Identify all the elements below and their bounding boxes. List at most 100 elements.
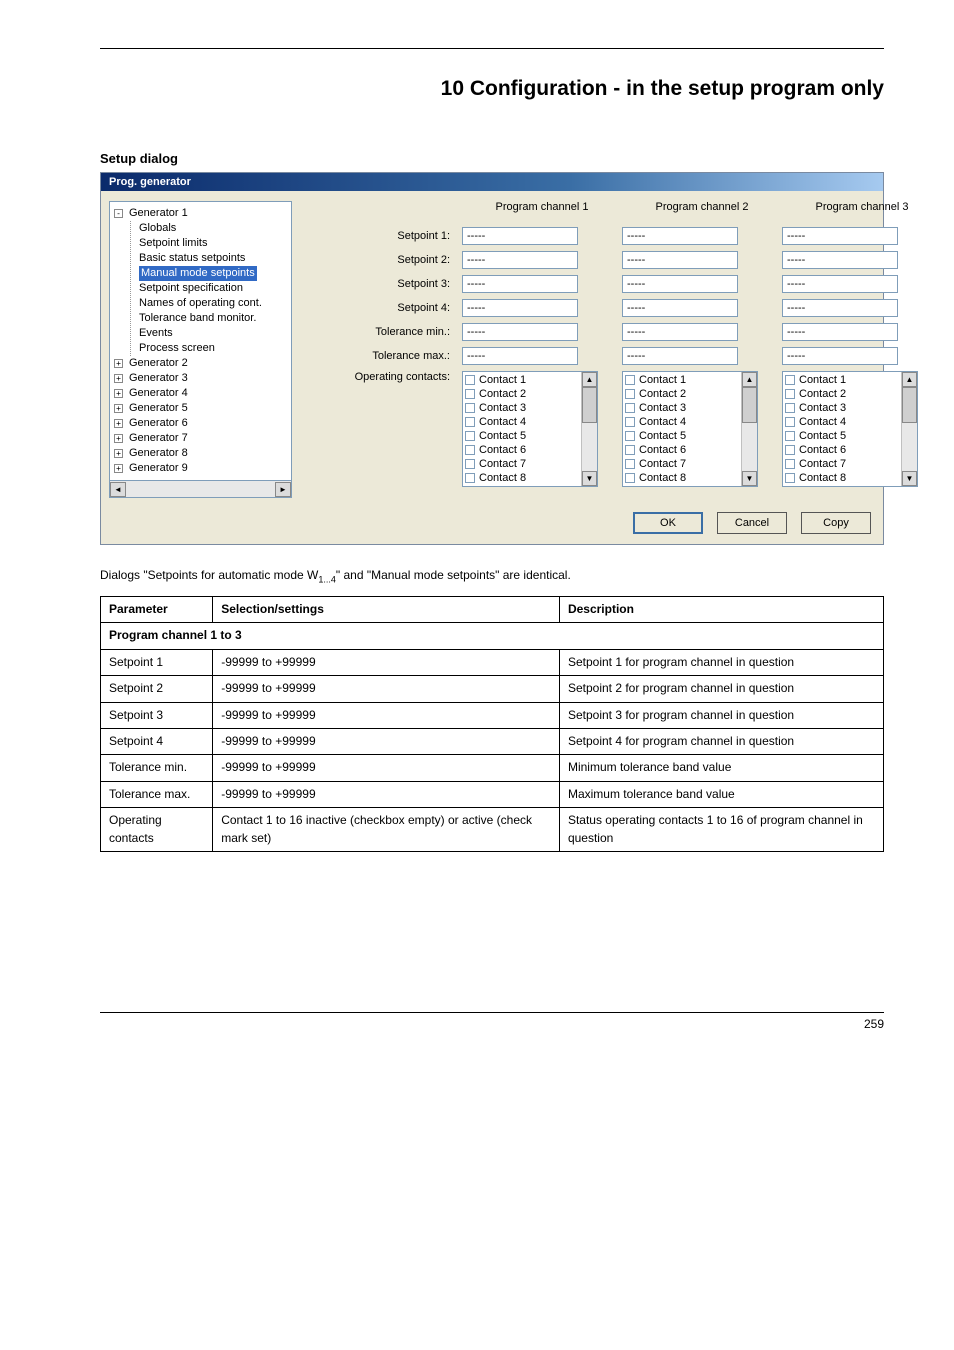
vertical-scrollbar[interactable]: ▲▼ xyxy=(901,372,917,486)
collapse-icon[interactable]: - xyxy=(114,209,123,218)
checkbox-icon[interactable] xyxy=(625,459,635,469)
scroll-left-icon[interactable]: ◄ xyxy=(110,482,126,497)
setpoint4-ch1-input[interactable] xyxy=(462,299,578,317)
parameter-table: Parameter Selection/settings Description… xyxy=(100,596,884,852)
checkbox-icon[interactable] xyxy=(785,459,795,469)
row-label: Setpoint 2: xyxy=(302,254,462,266)
checkbox-icon[interactable] xyxy=(625,389,635,399)
setpoint4-ch2-input[interactable] xyxy=(622,299,738,317)
table-row: Operating contactsContact 1 to 16 inacti… xyxy=(101,808,884,852)
setup-dialog-label: Setup dialog xyxy=(100,151,884,166)
contacts-list-ch2[interactable]: Contact 1 Contact 2 Contact 3 Contact 4 … xyxy=(622,371,758,487)
expand-icon[interactable]: + xyxy=(114,449,123,458)
checkbox-icon[interactable] xyxy=(785,445,795,455)
checkbox-icon[interactable] xyxy=(625,417,635,427)
vertical-scrollbar[interactable]: ▲▼ xyxy=(741,372,757,486)
chapter-heading: 10 Configuration - in the setup program … xyxy=(100,77,884,101)
scroll-down-icon[interactable]: ▼ xyxy=(582,471,597,486)
setpoint1-ch3-input[interactable] xyxy=(782,227,898,245)
checkbox-icon[interactable] xyxy=(465,403,475,413)
scroll-down-icon[interactable]: ▼ xyxy=(742,471,757,486)
tree-node[interactable]: Generator 6 xyxy=(129,416,188,431)
setpoint2-ch3-input[interactable] xyxy=(782,251,898,269)
note-text: Dialogs "Setpoints for automatic mode W1… xyxy=(100,567,884,586)
contacts-list-ch3[interactable]: Contact 1 Contact 2 Contact 3 Contact 4 … xyxy=(782,371,918,487)
tolmax-ch1-input[interactable] xyxy=(462,347,578,365)
setpoint4-ch3-input[interactable] xyxy=(782,299,898,317)
table-row: Tolerance max.-99999 to +99999Maximum to… xyxy=(101,781,884,807)
setpoint2-ch1-input[interactable] xyxy=(462,251,578,269)
tree-node[interactable]: Basic status setpoints xyxy=(139,251,245,266)
setpoint3-ch2-input[interactable] xyxy=(622,275,738,293)
tree-node[interactable]: Tolerance band monitor. xyxy=(139,311,256,326)
expand-icon[interactable]: + xyxy=(114,404,123,413)
checkbox-icon[interactable] xyxy=(785,417,795,427)
copy-button[interactable]: Copy xyxy=(801,512,871,534)
expand-icon[interactable]: + xyxy=(114,389,123,398)
tolmin-ch2-input[interactable] xyxy=(622,323,738,341)
scroll-up-icon[interactable]: ▲ xyxy=(902,372,917,387)
checkbox-icon[interactable] xyxy=(625,431,635,441)
tolmin-ch1-input[interactable] xyxy=(462,323,578,341)
checkbox-icon[interactable] xyxy=(465,375,475,385)
scroll-up-icon[interactable]: ▲ xyxy=(582,372,597,387)
checkbox-icon[interactable] xyxy=(625,403,635,413)
checkbox-icon[interactable] xyxy=(625,445,635,455)
checkbox-icon[interactable] xyxy=(785,473,795,483)
setpoint1-ch2-input[interactable] xyxy=(622,227,738,245)
tree-node[interactable]: Events xyxy=(139,326,173,341)
expand-icon[interactable]: + xyxy=(114,464,123,473)
checkbox-icon[interactable] xyxy=(465,417,475,427)
setpoint1-ch1-input[interactable] xyxy=(462,227,578,245)
checkbox-icon[interactable] xyxy=(465,473,475,483)
scroll-up-icon[interactable]: ▲ xyxy=(742,372,757,387)
contact-label: Contact 2 xyxy=(799,387,846,401)
tolmin-ch3-input[interactable] xyxy=(782,323,898,341)
tree-node[interactable]: Generator 2 xyxy=(129,356,188,371)
checkbox-icon[interactable] xyxy=(785,389,795,399)
generator-tree[interactable]: -Generator 1 Globals Setpoint limits Bas… xyxy=(109,201,292,481)
table-header: Parameter xyxy=(101,596,213,622)
checkbox-icon[interactable] xyxy=(625,375,635,385)
expand-icon[interactable]: + xyxy=(114,359,123,368)
checkbox-icon[interactable] xyxy=(785,431,795,441)
checkbox-icon[interactable] xyxy=(465,389,475,399)
tree-node[interactable]: Generator 7 xyxy=(129,431,188,446)
checkbox-icon[interactable] xyxy=(785,375,795,385)
setpoint3-ch1-input[interactable] xyxy=(462,275,578,293)
expand-icon[interactable]: + xyxy=(114,419,123,428)
checkbox-icon[interactable] xyxy=(785,403,795,413)
expand-icon[interactable]: + xyxy=(114,374,123,383)
tree-node[interactable]: Generator 9 xyxy=(129,461,188,476)
checkbox-icon[interactable] xyxy=(465,459,475,469)
expand-icon[interactable]: + xyxy=(114,434,123,443)
contacts-list-ch1[interactable]: Contact 1 Contact 2 Contact 3 Contact 4 … xyxy=(462,371,598,487)
contact-label: Contact 8 xyxy=(799,471,846,485)
ok-button[interactable]: OK xyxy=(633,512,703,534)
tree-node[interactable]: Generator 8 xyxy=(129,446,188,461)
setpoint2-ch2-input[interactable] xyxy=(622,251,738,269)
tree-node[interactable]: Generator 4 xyxy=(129,386,188,401)
channel-header: Program channel 1 xyxy=(462,201,622,213)
tree-node[interactable]: Generator 3 xyxy=(129,371,188,386)
setpoint3-ch3-input[interactable] xyxy=(782,275,898,293)
tree-node[interactable]: Process screen xyxy=(139,341,215,356)
table-header: Description xyxy=(559,596,883,622)
tree-node[interactable]: Globals xyxy=(139,221,176,236)
tolmax-ch3-input[interactable] xyxy=(782,347,898,365)
tree-node-selected[interactable]: Manual mode setpoints xyxy=(139,266,257,281)
tree-node[interactable]: Setpoint specification xyxy=(139,281,243,296)
tree-node[interactable]: Generator 1 xyxy=(129,206,188,221)
cancel-button[interactable]: Cancel xyxy=(717,512,787,534)
scroll-down-icon[interactable]: ▼ xyxy=(902,471,917,486)
horizontal-scrollbar[interactable]: ◄ ► xyxy=(109,481,292,498)
tree-node[interactable]: Generator 5 xyxy=(129,401,188,416)
checkbox-icon[interactable] xyxy=(465,431,475,441)
tree-node[interactable]: Setpoint limits xyxy=(139,236,207,251)
tolmax-ch2-input[interactable] xyxy=(622,347,738,365)
checkbox-icon[interactable] xyxy=(465,445,475,455)
checkbox-icon[interactable] xyxy=(625,473,635,483)
vertical-scrollbar[interactable]: ▲▼ xyxy=(581,372,597,486)
scroll-right-icon[interactable]: ► xyxy=(275,482,291,497)
tree-node[interactable]: Names of operating cont. xyxy=(139,296,262,311)
